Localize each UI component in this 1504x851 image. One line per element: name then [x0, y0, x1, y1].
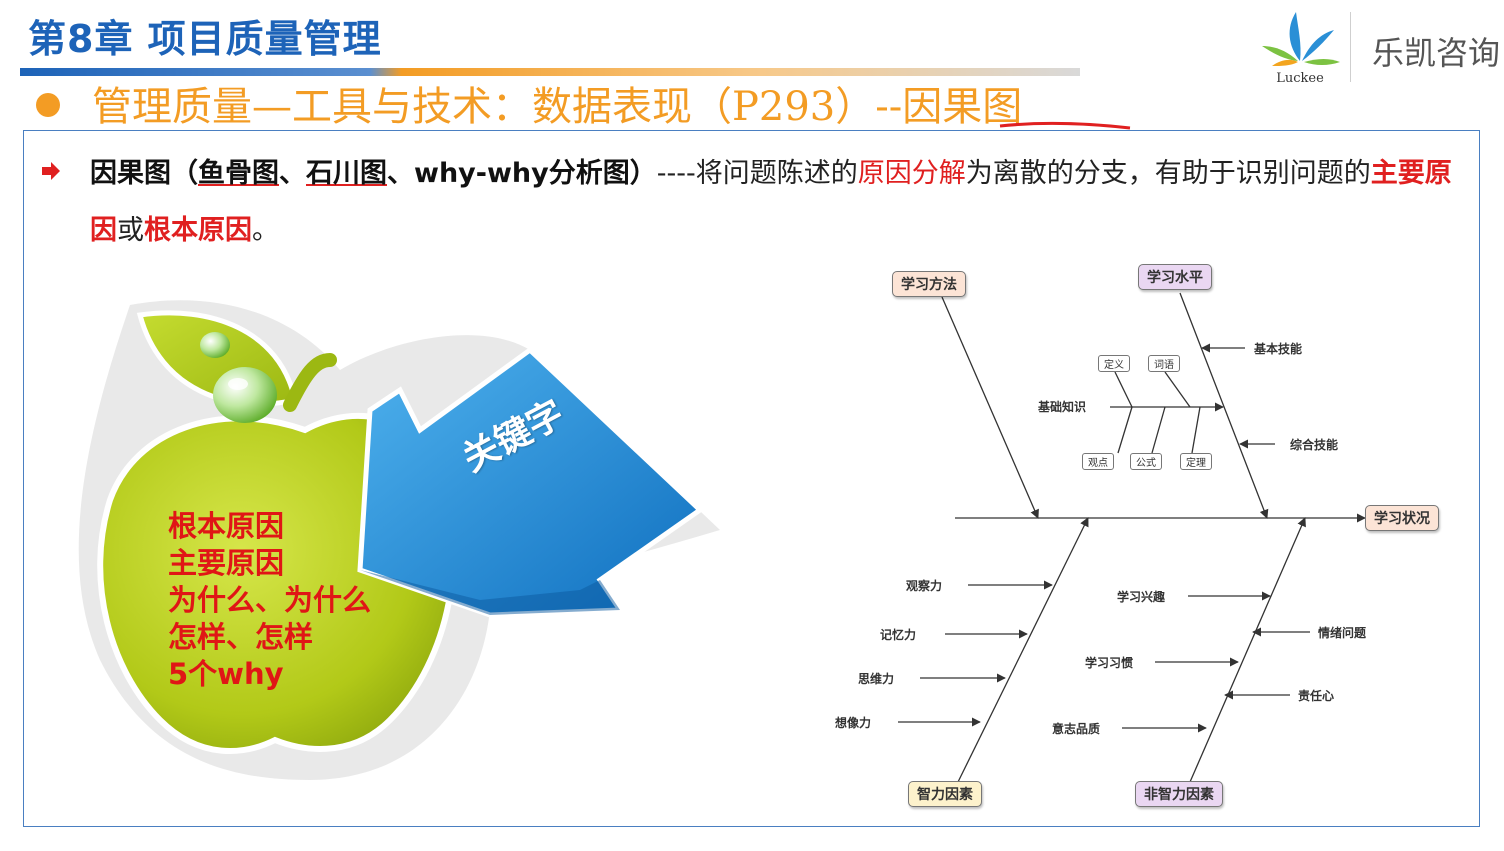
term-label: 因果图（ — [90, 158, 198, 189]
alias-whywhy: 、why-why分析图） — [387, 158, 657, 189]
desc-part-2: 为离散的分支，有助于识别问题的 — [965, 158, 1371, 189]
highlight-cause-decomposition: 原因分解 — [857, 158, 966, 189]
cause-label: 思维力 — [858, 672, 895, 686]
effect-study-status: 学习状况 — [1365, 505, 1439, 531]
cause-label: 基本技能 — [1254, 342, 1303, 356]
chapter-title: 第8章 项目质量管理 — [28, 17, 382, 61]
knowledge-item: 定义 — [1098, 355, 1130, 372]
slide-subtitle: 管理质量—工具与技术：数据表现（P293）--因果图 — [92, 74, 1022, 132]
keyword-item: 为什么、为什么 — [168, 583, 372, 617]
apple-keyword-illustration — [78, 300, 721, 780]
cause-label: 情绪问题 — [1318, 626, 1367, 640]
keyword-item: 根本原因 — [168, 509, 285, 543]
fishbone-lines — [898, 292, 1366, 783]
category-intelligence: 智力因素 — [908, 781, 982, 807]
brand-name: 乐凯咨询 — [1372, 34, 1501, 72]
cause-label: 责任心 — [1298, 689, 1335, 703]
keyword-item: 5个why — [168, 657, 284, 691]
luckee-logo: Luckee — [1262, 12, 1340, 86]
subtitle-text: 管理质量—工具与技术：数据表现（P293）--因果图 — [92, 84, 1023, 130]
knowledge-item: 词语 — [1148, 355, 1180, 372]
alias-ishikawa: 石川图 — [306, 158, 387, 189]
cause-basic-knowledge: 基础知识 — [1038, 400, 1087, 414]
cause-label: 综合技能 — [1290, 438, 1339, 452]
cause-label: 意志品质 — [1052, 722, 1101, 736]
keyword-item: 怎样、怎样 — [168, 620, 314, 654]
definition-paragraph: 因果图（鱼骨图、石川图、why-why分析图）----将问题陈述的原因分解为离散… — [90, 145, 1470, 259]
category-study-method: 学习方法 — [892, 271, 966, 297]
arrow-bullet-icon — [42, 162, 60, 180]
keyword-list: 根本原因 主要原因 为什么、为什么 怎样、怎样 5个why — [168, 508, 371, 693]
desc-part-4: 。 — [252, 215, 279, 246]
highlight-root-cause: 根本原因 — [144, 215, 252, 246]
cause-label: 记忆力 — [880, 628, 917, 642]
fishbone-diagram: 学习方法 学习水平 学习状况 智力因素 非智力因素 定义 词语 观点 公式 定理… — [820, 255, 1470, 815]
cause-label: 观察力 — [906, 579, 943, 593]
desc-part-1: ----将问题陈述的 — [656, 158, 858, 189]
category-non-intelligence: 非智力因素 — [1135, 781, 1223, 807]
subtitle-bullet-icon — [36, 93, 60, 117]
knowledge-item: 公式 — [1130, 453, 1162, 470]
separator: 、 — [279, 158, 306, 189]
cause-label: 学习兴趣 — [1117, 590, 1166, 604]
logo-wordmark: Luckee — [1276, 71, 1324, 86]
logo-divider — [1350, 12, 1351, 82]
keyword-item: 主要原因 — [168, 546, 285, 580]
cause-label: 学习习惯 — [1085, 656, 1134, 670]
cause-label: 想像力 — [835, 716, 872, 730]
knowledge-item: 观点 — [1082, 453, 1114, 470]
desc-part-3: 或 — [117, 215, 144, 246]
category-study-level: 学习水平 — [1138, 264, 1212, 290]
knowledge-item: 定理 — [1180, 453, 1212, 470]
alias-fishbone: 鱼骨图 — [198, 158, 279, 189]
